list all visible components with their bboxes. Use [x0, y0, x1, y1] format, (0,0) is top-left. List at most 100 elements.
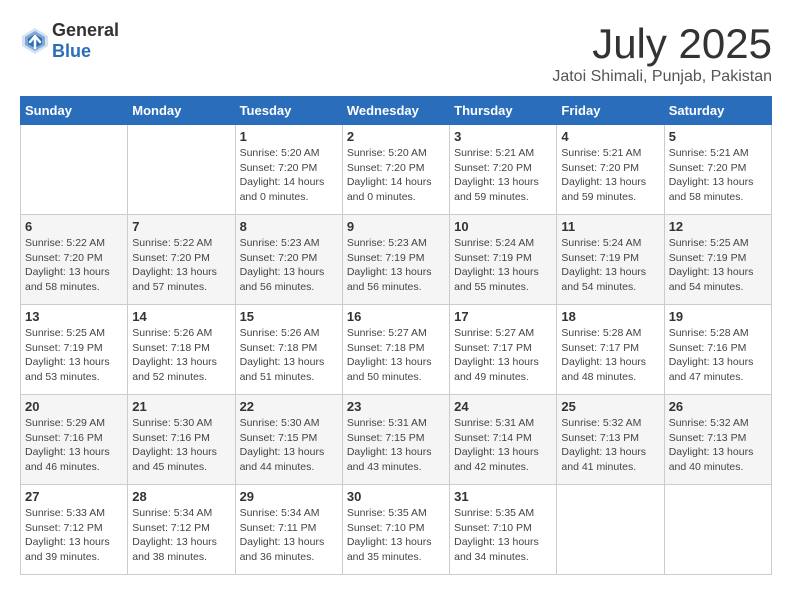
- weekday-header-thursday: Thursday: [450, 97, 557, 125]
- day-number: 14: [132, 309, 230, 324]
- calendar-cell: 19 Sunrise: 5:28 AM Sunset: 7:16 PM Dayli…: [664, 305, 771, 395]
- logo-general-text: General: [52, 20, 119, 40]
- day-number: 19: [669, 309, 767, 324]
- day-number: 23: [347, 399, 445, 414]
- day-info: Sunrise: 5:21 AM Sunset: 7:20 PM Dayligh…: [454, 146, 552, 205]
- title-block: July 2025 Jatoi Shimali, Punjab, Pakista…: [552, 20, 772, 86]
- calendar-cell: 17Sunrise: 5:27 AM Sunset: 7:17 PM Dayli…: [450, 305, 557, 395]
- calendar-cell: 28 Sunrise: 5:34 AM Sunset: 7:12 PM Dayli…: [128, 485, 235, 575]
- day-number: 12: [669, 219, 767, 234]
- weekday-header-row: SundayMondayTuesdayWednesdayThursdayFrid…: [21, 97, 772, 125]
- day-info: Sunrise: 5:30 AM Sunset: 7:15 PM Dayligh…: [240, 416, 338, 475]
- day-number: 1: [240, 129, 338, 144]
- day-info: Sunrise: 5:29 AM Sunset: 7:16 PM Dayligh…: [25, 416, 123, 475]
- calendar-cell: 20Sunrise: 5:29 AM Sunset: 7:16 PM Dayli…: [21, 395, 128, 485]
- calendar-cell: 26 Sunrise: 5:32 AM Sunset: 7:13 PM Dayli…: [664, 395, 771, 485]
- day-info: Sunrise: 5:20 AM Sunset: 7:20 PM Dayligh…: [347, 146, 445, 205]
- day-number: 28: [132, 489, 230, 504]
- calendar-cell: 24 Sunrise: 5:31 AM Sunset: 7:14 PM Dayli…: [450, 395, 557, 485]
- weekday-header-saturday: Saturday: [664, 97, 771, 125]
- day-info: Sunrise: 5:26 AM Sunset: 7:18 PM Dayligh…: [132, 326, 230, 385]
- calendar-title: July 2025: [552, 20, 772, 68]
- day-info: Sunrise: 5:32 AM Sunset: 7:13 PM Dayligh…: [561, 416, 659, 475]
- page-header: General Blue July 2025 Jatoi Shimali, Pu…: [20, 20, 772, 86]
- calendar-cell: 2 Sunrise: 5:20 AM Sunset: 7:20 PM Daylig…: [342, 125, 449, 215]
- day-number: 3: [454, 129, 552, 144]
- day-number: 5: [669, 129, 767, 144]
- calendar-cell: 1 Sunrise: 5:20 AM Sunset: 7:20 PM Daylig…: [235, 125, 342, 215]
- day-info: Sunrise: 5:30 AM Sunset: 7:16 PM Dayligh…: [132, 416, 230, 475]
- calendar-cell: 9 Sunrise: 5:23 AM Sunset: 7:19 PM Daylig…: [342, 215, 449, 305]
- day-number: 8: [240, 219, 338, 234]
- day-number: 7: [132, 219, 230, 234]
- day-number: 17: [454, 309, 552, 324]
- weekday-header-wednesday: Wednesday: [342, 97, 449, 125]
- calendar-cell: 14 Sunrise: 5:26 AM Sunset: 7:18 PM Dayli…: [128, 305, 235, 395]
- day-info: Sunrise: 5:20 AM Sunset: 7:20 PM Dayligh…: [240, 146, 338, 205]
- day-info: Sunrise: 5:22 AM Sunset: 7:20 PM Dayligh…: [25, 236, 123, 295]
- calendar-cell: 7 Sunrise: 5:22 AM Sunset: 7:20 PM Daylig…: [128, 215, 235, 305]
- day-number: 6: [25, 219, 123, 234]
- day-number: 16: [347, 309, 445, 324]
- day-info: Sunrise: 5:24 AM Sunset: 7:19 PM Dayligh…: [561, 236, 659, 295]
- day-number: 24: [454, 399, 552, 414]
- day-info: Sunrise: 5:35 AM Sunset: 7:10 PM Dayligh…: [454, 506, 552, 565]
- calendar-cell: 22 Sunrise: 5:30 AM Sunset: 7:15 PM Dayli…: [235, 395, 342, 485]
- day-number: 31: [454, 489, 552, 504]
- day-info: Sunrise: 5:34 AM Sunset: 7:11 PM Dayligh…: [240, 506, 338, 565]
- day-number: 22: [240, 399, 338, 414]
- day-number: 26: [669, 399, 767, 414]
- day-info: Sunrise: 5:23 AM Sunset: 7:20 PM Dayligh…: [240, 236, 338, 295]
- calendar-cell: [21, 125, 128, 215]
- weekday-header-monday: Monday: [128, 97, 235, 125]
- calendar-week-row: 20Sunrise: 5:29 AM Sunset: 7:16 PM Dayli…: [21, 395, 772, 485]
- calendar-cell: 21Sunrise: 5:30 AM Sunset: 7:16 PM Dayli…: [128, 395, 235, 485]
- logo-blue-text: Blue: [52, 41, 91, 61]
- calendar-cell: 10 Sunrise: 5:24 AM Sunset: 7:19 PM Dayli…: [450, 215, 557, 305]
- day-number: 29: [240, 489, 338, 504]
- day-number: 18: [561, 309, 659, 324]
- calendar-cell: 16 Sunrise: 5:27 AM Sunset: 7:18 PM Dayli…: [342, 305, 449, 395]
- calendar-cell: 29 Sunrise: 5:34 AM Sunset: 7:11 PM Dayli…: [235, 485, 342, 575]
- logo-icon: [20, 26, 50, 56]
- day-info: Sunrise: 5:22 AM Sunset: 7:20 PM Dayligh…: [132, 236, 230, 295]
- day-number: 10: [454, 219, 552, 234]
- day-info: Sunrise: 5:35 AM Sunset: 7:10 PM Dayligh…: [347, 506, 445, 565]
- calendar-cell: 3 Sunrise: 5:21 AM Sunset: 7:20 PM Daylig…: [450, 125, 557, 215]
- day-info: Sunrise: 5:24 AM Sunset: 7:19 PM Dayligh…: [454, 236, 552, 295]
- day-info: Sunrise: 5:31 AM Sunset: 7:15 PM Dayligh…: [347, 416, 445, 475]
- calendar-cell: 6 Sunrise: 5:22 AM Sunset: 7:20 PM Daylig…: [21, 215, 128, 305]
- calendar-week-row: 1 Sunrise: 5:20 AM Sunset: 7:20 PM Daylig…: [21, 125, 772, 215]
- calendar-week-row: 13Sunrise: 5:25 AM Sunset: 7:19 PM Dayli…: [21, 305, 772, 395]
- day-number: 25: [561, 399, 659, 414]
- calendar-table: SundayMondayTuesdayWednesdayThursdayFrid…: [20, 96, 772, 575]
- day-info: Sunrise: 5:28 AM Sunset: 7:16 PM Dayligh…: [669, 326, 767, 385]
- logo-name: General Blue: [52, 20, 119, 62]
- day-info: Sunrise: 5:28 AM Sunset: 7:17 PM Dayligh…: [561, 326, 659, 385]
- day-info: Sunrise: 5:23 AM Sunset: 7:19 PM Dayligh…: [347, 236, 445, 295]
- logo: General Blue: [20, 20, 119, 62]
- day-number: 30: [347, 489, 445, 504]
- day-info: Sunrise: 5:34 AM Sunset: 7:12 PM Dayligh…: [132, 506, 230, 565]
- day-number: 27: [25, 489, 123, 504]
- calendar-cell: 11Sunrise: 5:24 AM Sunset: 7:19 PM Dayli…: [557, 215, 664, 305]
- calendar-cell: [664, 485, 771, 575]
- day-info: Sunrise: 5:21 AM Sunset: 7:20 PM Dayligh…: [669, 146, 767, 205]
- day-number: 13: [25, 309, 123, 324]
- day-info: Sunrise: 5:32 AM Sunset: 7:13 PM Dayligh…: [669, 416, 767, 475]
- weekday-header-sunday: Sunday: [21, 97, 128, 125]
- day-info: Sunrise: 5:25 AM Sunset: 7:19 PM Dayligh…: [669, 236, 767, 295]
- calendar-cell: 23 Sunrise: 5:31 AM Sunset: 7:15 PM Dayli…: [342, 395, 449, 485]
- day-info: Sunrise: 5:33 AM Sunset: 7:12 PM Dayligh…: [25, 506, 123, 565]
- day-info: Sunrise: 5:31 AM Sunset: 7:14 PM Dayligh…: [454, 416, 552, 475]
- weekday-header-tuesday: Tuesday: [235, 97, 342, 125]
- weekday-header-friday: Friday: [557, 97, 664, 125]
- calendar-cell: 13Sunrise: 5:25 AM Sunset: 7:19 PM Dayli…: [21, 305, 128, 395]
- day-info: Sunrise: 5:27 AM Sunset: 7:18 PM Dayligh…: [347, 326, 445, 385]
- calendar-week-row: 6 Sunrise: 5:22 AM Sunset: 7:20 PM Daylig…: [21, 215, 772, 305]
- day-number: 2: [347, 129, 445, 144]
- day-info: Sunrise: 5:26 AM Sunset: 7:18 PM Dayligh…: [240, 326, 338, 385]
- day-number: 15: [240, 309, 338, 324]
- day-number: 9: [347, 219, 445, 234]
- calendar-week-row: 27 Sunrise: 5:33 AM Sunset: 7:12 PM Dayli…: [21, 485, 772, 575]
